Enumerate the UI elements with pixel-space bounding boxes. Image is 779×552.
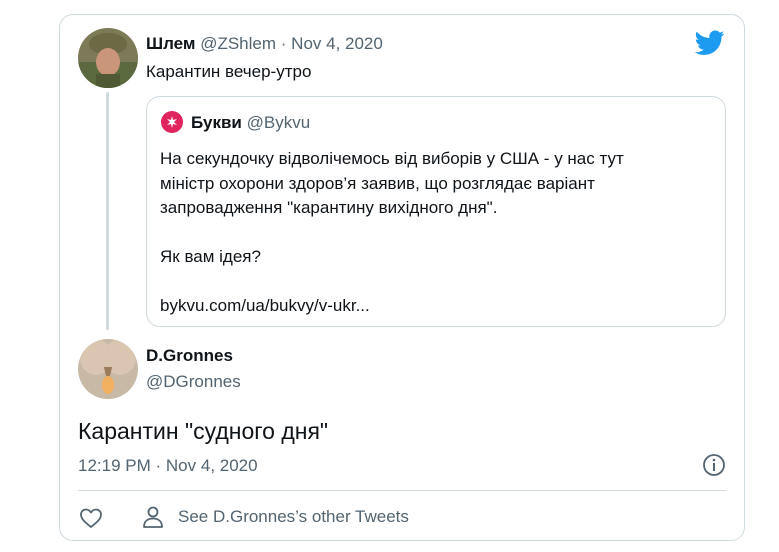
quoted-tweet-header: Букви @Bykvu — [191, 113, 310, 133]
parent-tweet-date[interactable]: Nov 4, 2020 — [291, 34, 383, 53]
quoted-tweet-card[interactable]: Букви @Bykvu На секундочку відволічемось… — [146, 96, 726, 327]
avatar-zshlem[interactable] — [78, 28, 138, 88]
quoted-text-line: запровадження "карантину вихідного дня". — [160, 198, 498, 217]
main-tweet-text: Карантин "судного дня" — [78, 418, 329, 444]
thread-line — [106, 92, 109, 330]
parent-tweet-header: Шлем @ZShlem · Nov 4, 2020 — [146, 34, 383, 54]
person-icon[interactable] — [142, 505, 164, 529]
separator-dot: · — [280, 34, 287, 53]
tweet-time[interactable]: 12:19 PM — [78, 456, 151, 475]
avatar-dgronnes[interactable] — [78, 339, 138, 399]
divider — [78, 490, 726, 491]
twitter-logo-icon[interactable] — [695, 30, 725, 56]
parent-tweet-text: Карантин вечер-утро — [146, 62, 312, 81]
see-other-tweets-link[interactable]: See D.Gronnes’s other Tweets — [178, 507, 409, 527]
parent-author-handle[interactable]: @ZShlem — [200, 34, 276, 53]
main-author-handle[interactable]: @DGronnes — [146, 372, 241, 392]
quoted-tweet-body: На секундочку відволічемось від виборів … — [160, 147, 624, 319]
parent-author-name[interactable]: Шлем — [146, 34, 195, 53]
quoted-text-line: міністр охорони здоров’я заявив, що розг… — [160, 173, 595, 193]
tweet-date[interactable]: Nov 4, 2020 — [166, 456, 258, 475]
tweet-meta: 12:19 PM · Nov 4, 2020 — [78, 456, 258, 476]
heart-icon[interactable] — [79, 506, 103, 530]
quoted-question: Як вам ідея? — [160, 247, 261, 266]
main-author-name[interactable]: D.Gronnes — [146, 346, 233, 366]
quoted-link[interactable]: bykvu.com/ua/bukvy/v-ukr... — [160, 294, 624, 319]
quoted-author-name: Букви — [191, 113, 242, 132]
avatar-bykvu — [161, 111, 183, 133]
quoted-text-line: На секундочку відволічемось від виборів … — [160, 149, 624, 168]
quoted-author-handle: @Bykvu — [246, 113, 311, 132]
separator-dot: · — [155, 456, 162, 475]
info-icon[interactable] — [702, 453, 726, 477]
